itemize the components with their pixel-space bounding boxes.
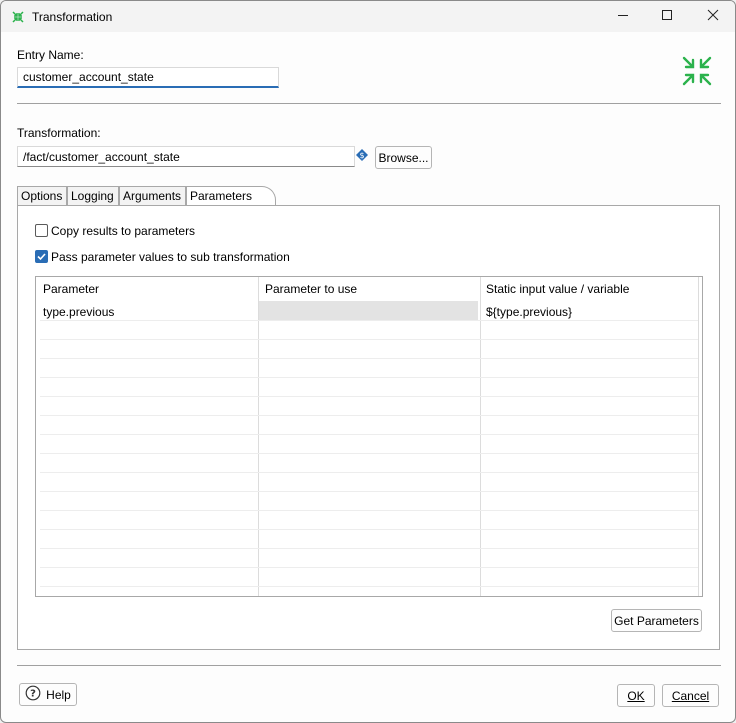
help-button[interactable]: ? Help [19,683,77,706]
cancel-button[interactable]: Cancel [662,684,719,707]
get-parameters-button[interactable]: Get Parameters [611,609,702,632]
variable-diamond-icon[interactable]: $ [355,148,369,162]
tab-options[interactable]: Options [17,186,67,205]
tab-logging[interactable]: Logging [67,186,119,205]
pass-values-label: Pass parameter values to sub transformat… [51,250,290,264]
transformation-icon [11,10,25,24]
maximize-button[interactable] [645,1,689,32]
close-icon [707,9,719,24]
table-cell-parameter[interactable]: type.previous [43,305,114,319]
window-title: Transformation [32,10,113,24]
browse-button[interactable]: Browse... [375,146,432,169]
minimize-button[interactable] [601,1,645,32]
svg-text:?: ? [30,689,36,700]
parameters-table: Parameter Parameter to use Static input … [35,276,703,597]
entry-name-label: Entry Name: [17,48,84,62]
column-header-parameter[interactable]: Parameter [43,282,99,296]
title-bar: Transformation [1,1,735,32]
divider [17,665,721,666]
pass-values-checkbox[interactable] [35,250,48,263]
cancel-label: Cancel [671,688,710,703]
collapse-arrows-icon [681,55,713,87]
entry-name-input[interactable] [17,67,279,88]
transformation-label: Transformation: [17,126,101,140]
divider [17,103,721,104]
help-icon: ? [25,685,41,704]
copy-results-label: Copy results to parameters [51,224,196,238]
table-cell-parameter-to-use-selected[interactable] [259,301,478,320]
transformation-path-input[interactable] [17,146,355,167]
column-header-parameter-to-use[interactable]: Parameter to use [265,282,357,296]
copy-results-checkbox[interactable] [35,224,48,237]
help-label: Help [46,687,71,702]
checkmark-icon [37,253,46,261]
close-button[interactable] [691,1,735,32]
minimize-icon [617,9,629,24]
column-header-static-value[interactable]: Static input value / variable [486,282,629,296]
transformation-dialog: Transformation Entry Name: customer_acco… [0,0,736,723]
tab-arguments[interactable]: Arguments [119,186,186,205]
maximize-icon [661,9,673,24]
ok-label: OK [627,688,645,703]
ok-button[interactable]: OK [617,684,655,707]
tab-parameters[interactable]: Parameters [186,186,276,207]
svg-text:$: $ [359,151,364,160]
table-cell-static-value[interactable]: ${type.previous} [486,305,572,319]
